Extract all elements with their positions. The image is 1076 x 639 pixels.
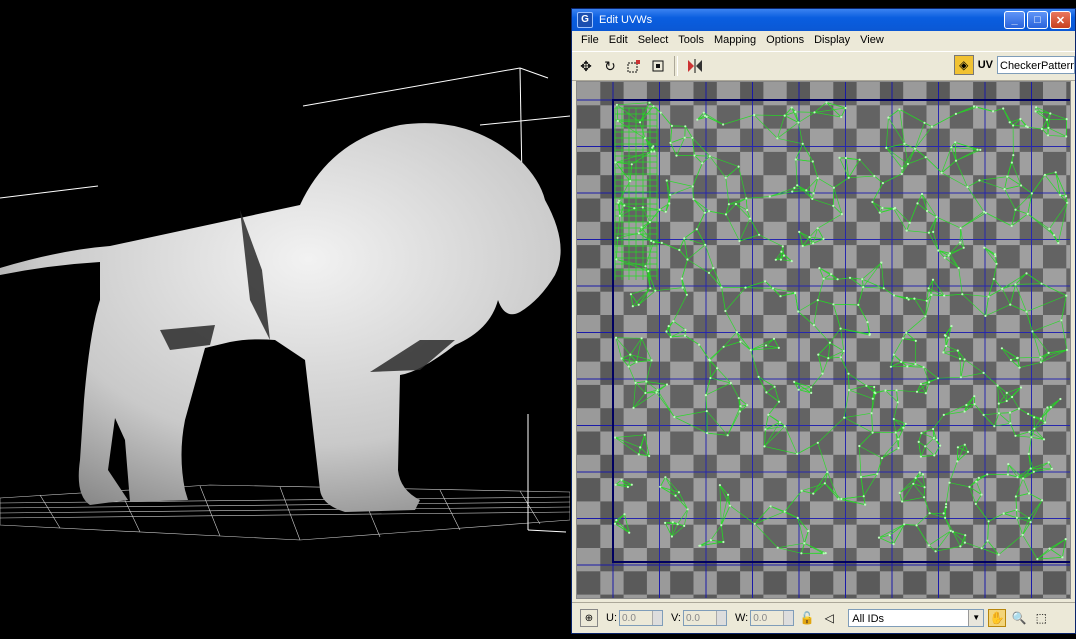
lion-model-render: [0, 0, 570, 634]
u-label: U:: [606, 612, 617, 624]
checker-map-icon[interactable]: ◈: [954, 55, 974, 75]
maximize-icon[interactable]: □: [1027, 11, 1048, 29]
id-filter-value: All IDs: [852, 613, 884, 625]
lion-body: [0, 123, 561, 512]
lock-icon[interactable]: 🔓: [798, 609, 816, 627]
v-label: V:: [671, 612, 681, 624]
texture-map-dropdown[interactable]: CheckerPattern: [997, 56, 1075, 74]
u-spinner[interactable]: 0.0: [619, 610, 663, 626]
menu-options[interactable]: Options: [761, 34, 809, 46]
map-controls: ◈ UV CheckerPattern: [954, 55, 1075, 75]
menu-view[interactable]: View: [855, 34, 889, 46]
menu-display[interactable]: Display: [809, 34, 855, 46]
menu-select[interactable]: Select: [633, 34, 674, 46]
menu-tools[interactable]: Tools: [673, 34, 709, 46]
material-id-dropdown[interactable]: All IDs ▼: [848, 609, 984, 627]
menu-bar: File Edit Select Tools Mapping Options D…: [572, 31, 1075, 49]
move-icon[interactable]: ✥: [576, 56, 596, 76]
scale-icon[interactable]: [624, 56, 644, 76]
uv-editor-canvas[interactable]: [576, 81, 1071, 599]
uv-statusbar: ⊕ U: 0.0 V: 0.0 W: 0.0 🔓 ◁ All IDs ▼ ✋ 🔍…: [572, 602, 1075, 633]
toolbar-separator: [674, 56, 678, 76]
menu-file[interactable]: File: [576, 34, 604, 46]
uv-toolbar: ✥ ↻ ◈ UV CheckerPattern: [572, 51, 1075, 81]
w-spinner[interactable]: 0.0: [750, 610, 794, 626]
filter-icon[interactable]: ◁: [820, 609, 838, 627]
freeform-icon[interactable]: [648, 56, 668, 76]
absolute-offset-icon[interactable]: ⊕: [580, 609, 598, 627]
mirror-icon[interactable]: [685, 56, 705, 76]
menu-edit[interactable]: Edit: [604, 34, 633, 46]
zoom-region-icon[interactable]: ⬚: [1032, 609, 1050, 627]
minimize-icon[interactable]: _: [1004, 11, 1025, 29]
chevron-down-icon: ▼: [968, 610, 983, 626]
zoom-icon[interactable]: 🔍: [1010, 609, 1028, 627]
uv-layout: [577, 82, 1070, 598]
w-label: W:: [735, 612, 748, 624]
pan-hand-icon[interactable]: ✋: [988, 609, 1006, 627]
window-titlebar[interactable]: G Edit UVWs _ □ ✕: [572, 9, 1075, 31]
menu-mapping[interactable]: Mapping: [709, 34, 761, 46]
rotate-icon[interactable]: ↻: [600, 56, 620, 76]
window-title: Edit UVWs: [599, 14, 1004, 26]
close-icon[interactable]: ✕: [1050, 11, 1071, 29]
app-icon: G: [577, 12, 593, 28]
v-spinner[interactable]: 0.0: [683, 610, 727, 626]
uv-channel-label: UV: [978, 59, 993, 71]
edit-uvws-window[interactable]: G Edit UVWs _ □ ✕ File Edit Select Tools…: [571, 8, 1076, 634]
